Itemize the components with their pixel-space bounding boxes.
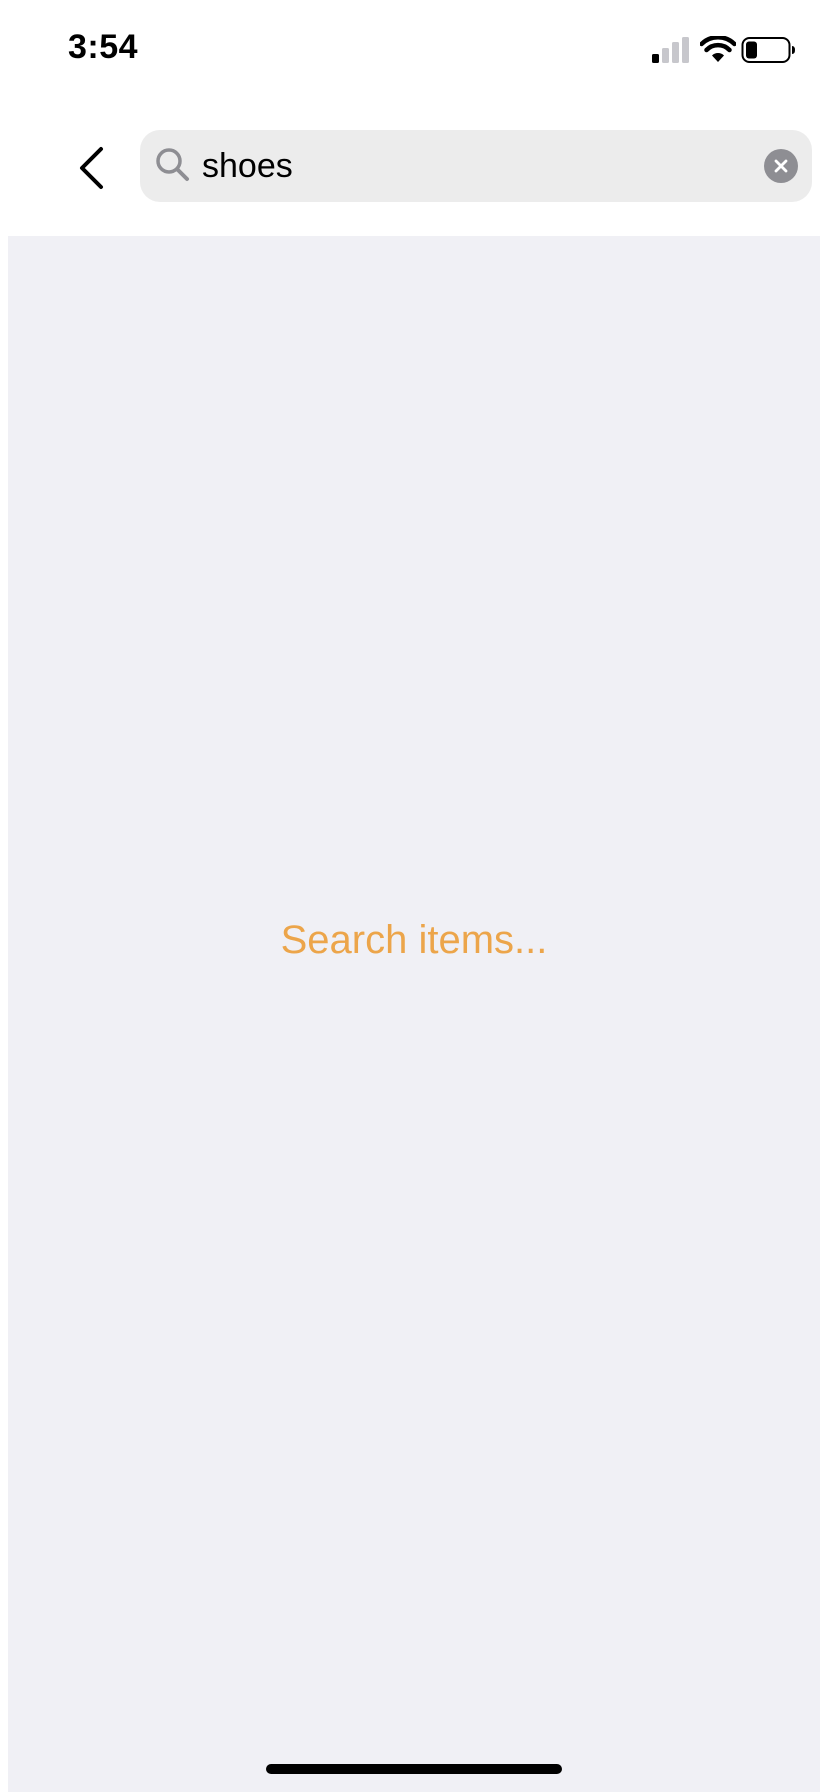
search-header xyxy=(0,100,828,236)
wifi-icon xyxy=(700,36,736,62)
home-indicator[interactable] xyxy=(266,1764,562,1774)
search-icon xyxy=(156,148,189,181)
status-bar: 3:54 xyxy=(0,0,828,100)
app-screen: 3:54 shoes Search items... xyxy=(0,0,828,1792)
chevron-left-icon xyxy=(80,147,103,189)
search-input[interactable] xyxy=(202,130,742,202)
clear-search-button[interactable] xyxy=(764,149,798,183)
battery-icon xyxy=(741,37,795,63)
empty-state-message: Search items... xyxy=(280,918,548,962)
search-field[interactable] xyxy=(140,130,812,202)
status-time: 3:54 xyxy=(68,28,139,66)
close-icon xyxy=(774,159,788,173)
back-button[interactable] xyxy=(62,138,122,198)
search-results-area: Search items... xyxy=(8,236,820,1792)
cellular-signal-icon xyxy=(652,37,689,63)
